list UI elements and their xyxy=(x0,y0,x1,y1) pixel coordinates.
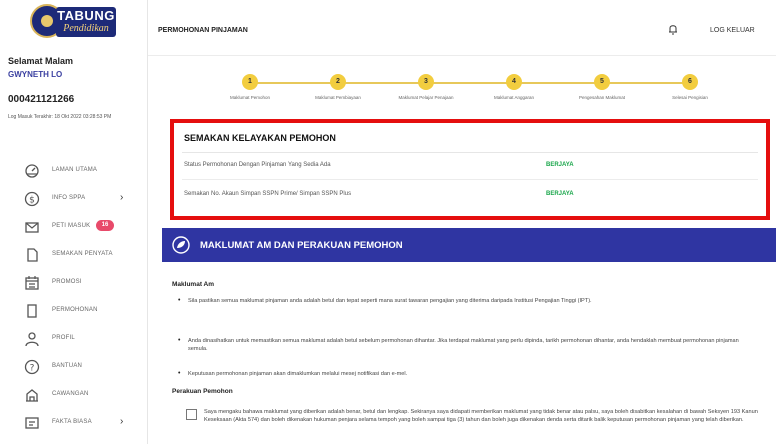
user-name: GWYNETH LO xyxy=(8,70,63,79)
sidebar-item-label: INFO SPPA xyxy=(52,195,86,201)
list-item: • Anda dinasihatkan untuk memastikan sem… xyxy=(178,337,758,353)
eligibility-question: Status Permohonan Dengan Pinjaman Yang S… xyxy=(184,162,331,168)
list-item: • Keputusan permohonan pinjaman akan dim… xyxy=(178,370,758,380)
sidebar-item-semakan-penyata[interactable]: SEMAKAN PENYATA xyxy=(0,242,148,270)
bullet-text: Sila pastikan semua maklumat pinjaman an… xyxy=(188,298,592,304)
sidebar-item-peti-masuk[interactable]: PETI MASUK 16 xyxy=(0,214,148,242)
sidebar-item-cawangan[interactable]: CAWANGAN xyxy=(0,382,148,410)
tabung-pendidikan-logo[interactable]: TABUNG Pendidikan xyxy=(30,4,118,40)
sidebar-item-label: CAWANGAN xyxy=(52,391,89,397)
step-number: 1 xyxy=(242,74,258,90)
bullet-text: Keputusan permohonan pinjaman akan dimak… xyxy=(188,371,408,377)
sidebar-item-label: PROFIL xyxy=(52,335,75,341)
divider xyxy=(182,179,758,180)
general-info-heading: Maklumat Am xyxy=(172,281,215,288)
svg-text:$: $ xyxy=(29,196,35,206)
eligibility-status: BERJAYA xyxy=(546,162,574,168)
top-bar: PERMOHONAN PINJAMAN LOG KELUAR xyxy=(148,0,776,56)
step-number: 6 xyxy=(682,74,698,90)
help-circle-icon: ? xyxy=(24,359,40,375)
greeting: Selamat Malam xyxy=(8,56,74,66)
page-title: PERMOHONAN PINJAMAN xyxy=(158,27,248,34)
step-number: 5 xyxy=(594,74,610,90)
step-5: 5 Pengesahan Maklumat xyxy=(557,74,647,100)
step-label: Selesai Pengisian xyxy=(672,95,708,100)
bullet: • xyxy=(178,370,181,377)
section-banner: MAKLUMAT AM DAN PERAKUAN PEMOHON xyxy=(162,228,776,262)
step-number: 4 xyxy=(506,74,522,90)
dollar-circle-icon: $ xyxy=(24,191,40,207)
sidebar-item-label: PERMOHONAN xyxy=(52,307,98,313)
sidebar-item-label: PETI MASUK xyxy=(52,223,91,229)
logo-line1: TABUNG xyxy=(57,8,115,23)
chevron-right-icon: › xyxy=(120,192,124,203)
step-3: 3 Maklumat Pelajar Penajaan xyxy=(381,74,471,100)
sidebar-item-label: FAKTA BIASA xyxy=(52,419,92,425)
unread-count-badge: 16 xyxy=(96,220,114,231)
user-id: 000421121266 xyxy=(8,94,75,105)
bullet: • xyxy=(178,297,181,304)
svg-text:?: ? xyxy=(30,364,35,374)
user-icon xyxy=(25,332,39,347)
divider xyxy=(182,152,758,153)
sidebar-item-promosi[interactable]: PROMOSI xyxy=(0,270,148,298)
step-6: 6 Selesai Pengisian xyxy=(645,74,735,100)
calendar-icon xyxy=(25,276,39,290)
sidebar-item-label: LAMAN UTAMA xyxy=(52,167,98,173)
mail-icon xyxy=(25,222,39,233)
logout-link[interactable]: LOG KELUAR xyxy=(710,27,755,34)
step-2: 2 Maklumat Pembiayaan xyxy=(293,74,383,100)
sidebar: TABUNG Pendidikan Selamat Malam GWYNETH … xyxy=(0,0,148,444)
eligibility-question: Semakan No. Akaun Simpan SSPN Prime/ Sim… xyxy=(184,191,352,197)
sidebar-item-permohonan[interactable]: PERMOHONAN xyxy=(0,298,148,326)
sidebar-item-label: SEMAKAN PENYATA xyxy=(52,251,113,257)
step-label: Maklumat Pembiayaan xyxy=(315,95,361,100)
step-label: Maklumat Pemohon xyxy=(229,95,271,100)
step-1: 1 Maklumat Pemohon xyxy=(205,74,295,100)
dashboard-icon xyxy=(25,164,39,178)
step-label: Pengesahan Maklumat xyxy=(578,95,626,100)
document-icon xyxy=(27,248,38,262)
faq-icon xyxy=(25,417,39,429)
eligibility-title: SEMAKAN KELAYAKAN PEMOHON xyxy=(184,133,336,143)
eligibility-panel: SEMAKAN KELAYAKAN PEMOHON Status Permoho… xyxy=(170,119,770,220)
chevron-right-icon: › xyxy=(120,416,124,427)
eligibility-status: BERJAYA xyxy=(546,191,574,197)
sidebar-item-profil[interactable]: PROFIL xyxy=(0,326,148,354)
step-label: Maklumat Anggaran xyxy=(493,95,535,100)
declaration-text: Saya mengaku bahawa maklumat yang diberi… xyxy=(204,409,758,423)
sidebar-item-fakta-biasa[interactable]: FAKTA BIASA › xyxy=(0,410,148,438)
step-label: Maklumat Pelajar Penajaan xyxy=(398,95,454,100)
logo-line2: Pendidikan xyxy=(63,23,109,34)
last-login: Log Masuk Terakhir: 18 Okt 2022 03:28:53… xyxy=(8,114,112,120)
declaration-checkbox[interactable] xyxy=(186,409,197,420)
step-number: 2 xyxy=(330,74,346,90)
form-icon xyxy=(27,304,37,318)
step-4: 4 Maklumat Anggaran xyxy=(469,74,559,100)
leaf-logo-icon xyxy=(172,236,190,254)
sidebar-item-bantuan[interactable]: ? BANTUAN xyxy=(0,354,148,382)
sidebar-item-label: PROMOSI xyxy=(52,279,82,285)
step-number: 3 xyxy=(418,74,434,90)
eligibility-row: Status Permohonan Dengan Pinjaman Yang S… xyxy=(184,158,744,178)
section-title: MAKLUMAT AM DAN PERAKUAN PEMOHON xyxy=(200,240,403,251)
logo-wordmark: TABUNG Pendidikan xyxy=(56,7,116,37)
notification-bell-icon[interactable] xyxy=(668,22,678,36)
building-icon xyxy=(26,389,38,402)
list-item: • Sila pastikan semua maklumat pinjaman … xyxy=(178,297,758,313)
sidebar-item-label: BANTUAN xyxy=(52,363,83,369)
sidebar-item-info-sppa[interactable]: $ INFO SPPA › xyxy=(0,186,148,214)
bullet-text: Anda dinasihatkan untuk memastikan semua… xyxy=(188,338,739,352)
progress-stepper: 1 Maklumat Pemohon 2 Maklumat Pembiayaan… xyxy=(200,70,730,110)
sidebar-item-laman-utama[interactable]: LAMAN UTAMA xyxy=(0,158,148,186)
declaration-heading: Perakuan Pemohon xyxy=(172,388,233,395)
bullet: • xyxy=(178,337,181,344)
eligibility-row: Semakan No. Akaun Simpan SSPN Prime/ Sim… xyxy=(184,187,744,207)
